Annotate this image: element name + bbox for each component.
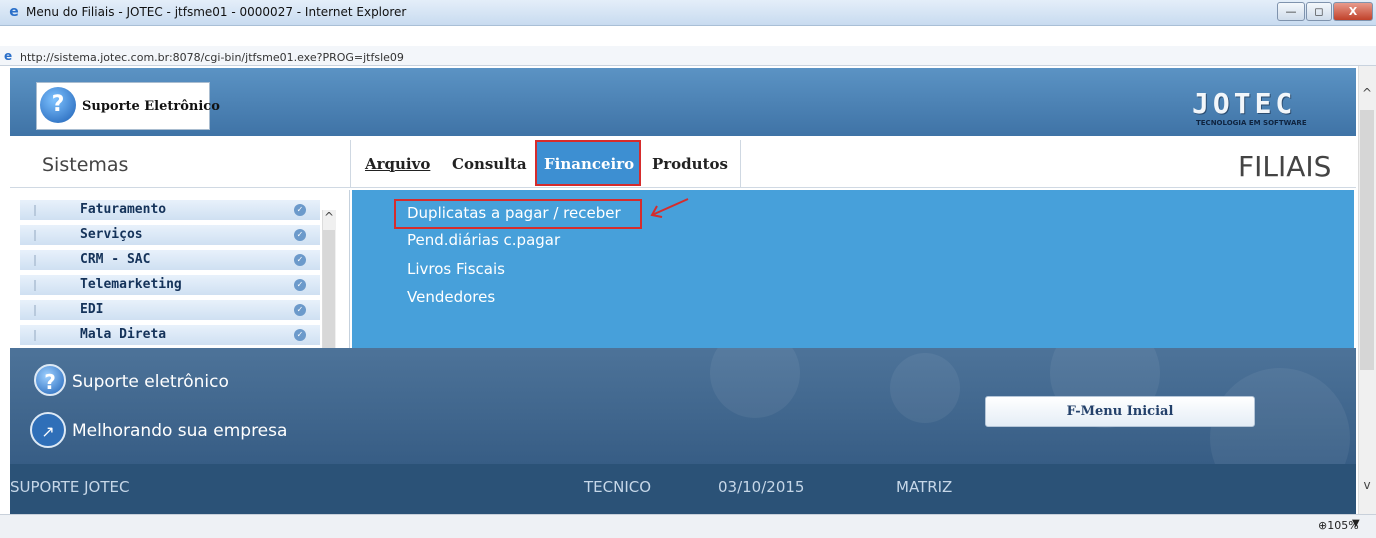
help-icon: ?: [34, 364, 66, 396]
help-icon: ?: [40, 87, 76, 123]
highlight-box: [394, 199, 642, 229]
chevron-down-icon[interactable]: ▼: [1352, 518, 1360, 529]
dropdown-item-pend-diarias[interactable]: Pend.diárias c.pagar: [407, 231, 560, 249]
sidebar-item-label: Telemarketing: [80, 277, 182, 292]
window-title: Menu do Filiais - JOTEC - jtfsme01 - 000…: [26, 5, 407, 19]
grip-icon: [34, 205, 36, 216]
sidebar-item-faturamento[interactable]: Faturamento ✓: [20, 200, 320, 221]
grip-icon: [34, 280, 36, 291]
sistemas-heading: Sistemas: [42, 154, 129, 176]
sidebar-item-mala-direta[interactable]: Mala Direta ✓: [20, 325, 320, 346]
sidebar-item-label: Serviços: [80, 227, 143, 242]
scroll-up-icon[interactable]: ^: [322, 210, 336, 228]
menu-financeiro-label: Financeiro: [544, 155, 635, 173]
status-user: TECNICO: [584, 478, 652, 496]
frame-edge: [0, 66, 10, 538]
status-branch: MATRIZ: [896, 478, 953, 496]
grip-icon: [34, 255, 36, 266]
jotec-logo-tagline: TECNOLOGIA EM SOFTWARE: [1196, 119, 1307, 127]
check-icon: ✓: [294, 254, 306, 266]
minimize-button[interactable]: —: [1277, 2, 1305, 21]
footer-support-text: Suporte eletrônico: [72, 372, 229, 392]
menu-consulta[interactable]: Consulta: [452, 155, 527, 173]
url-text[interactable]: http://sistema.jotec.com.br:8078/cgi-bin…: [20, 51, 404, 64]
status-date: 03/10/2015: [718, 478, 805, 496]
browser-status-bar: [0, 514, 1376, 538]
menu-inicial-button[interactable]: F-Menu Inicial: [985, 396, 1255, 427]
check-icon: ✓: [294, 204, 306, 216]
menu-produtos[interactable]: Produtos: [652, 155, 728, 173]
menu-divider: [740, 140, 741, 188]
sidebar-scroll-thumb[interactable]: [323, 230, 335, 348]
pointer-arrow-icon: [650, 198, 689, 218]
sidebar-item-edi[interactable]: EDI ✓: [20, 300, 320, 321]
sidebar-item-servicos[interactable]: Serviços ✓: [20, 225, 320, 246]
sidebar-item-telemarketing[interactable]: Telemarketing ✓: [20, 275, 320, 296]
sidebar-item-label: Faturamento: [80, 202, 167, 217]
grip-icon: [34, 230, 36, 241]
sidebar-item-label: CRM - SAC: [80, 252, 151, 267]
check-icon: ✓: [294, 329, 306, 341]
dropdown-item-vendedores[interactable]: Vendedores: [407, 288, 495, 306]
page-icon: e: [4, 49, 13, 63]
check-icon: ✓: [294, 304, 306, 316]
menu-divider: [350, 140, 351, 188]
dropdown-item-livros-fiscais[interactable]: Livros Fiscais: [407, 260, 505, 278]
sidebar-item-label: EDI: [80, 302, 104, 317]
menu-arquivo[interactable]: Arquivo: [365, 155, 430, 173]
scroll-up-icon[interactable]: ^: [1358, 86, 1376, 100]
zoom-icon: ⊕: [1318, 519, 1328, 532]
scroll-down-icon[interactable]: v: [1358, 478, 1376, 492]
check-icon: ✓: [294, 229, 306, 241]
grip-icon: [34, 330, 36, 341]
jotec-logo: JOTEC: [1192, 87, 1297, 120]
sidebar-item-crm-sac[interactable]: CRM - SAC ✓: [20, 250, 320, 271]
maximize-button[interactable]: ◻: [1306, 2, 1332, 21]
check-icon: ✓: [294, 279, 306, 291]
support-label: Suporte Eletrônico: [82, 99, 220, 114]
footer-slogan-text: Melhorando sua empresa: [72, 421, 288, 441]
page-scroll-thumb[interactable]: [1360, 110, 1374, 370]
internet-explorer-icon: e: [9, 4, 19, 20]
page-title: FILIAIS: [1238, 150, 1332, 183]
close-button[interactable]: X: [1333, 2, 1373, 21]
status-company: SUPORTE JOTEC: [10, 478, 130, 496]
sidebar-item-label: Mala Direta: [80, 327, 167, 342]
growth-chart-icon: ↗: [30, 412, 66, 448]
decor-circle: [710, 348, 800, 418]
grip-icon: [34, 305, 36, 316]
decor-circle: [890, 353, 960, 423]
status-band: [10, 464, 1356, 510]
